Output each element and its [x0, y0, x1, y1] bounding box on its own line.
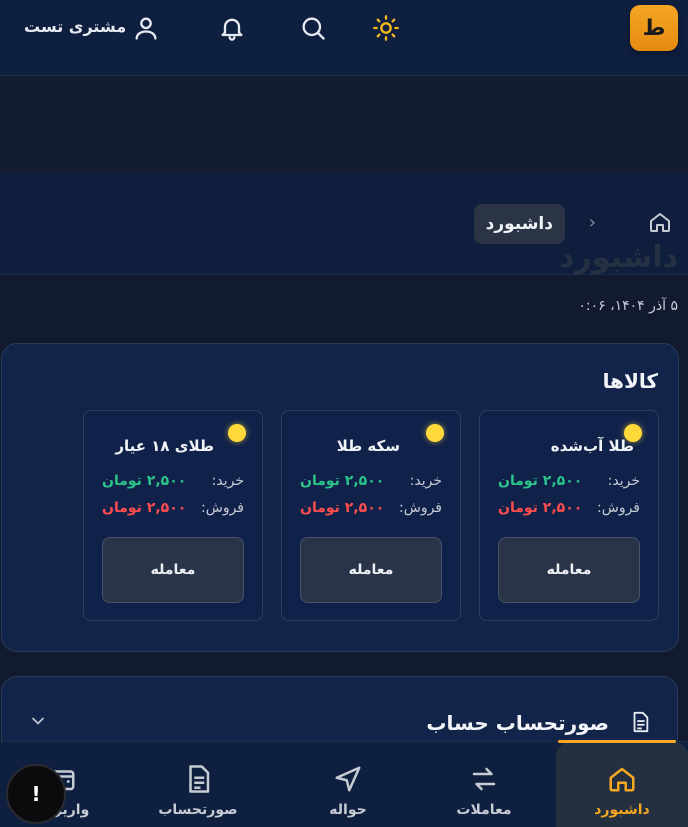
- nav-item-transfer[interactable]: حواله: [282, 742, 414, 827]
- search-icon[interactable]: [297, 12, 329, 44]
- document-icon: [629, 710, 651, 734]
- nav-label: حواله: [329, 802, 367, 818]
- goods-panel: کالاها طلا آب‌شده خرید: ۲,۵۰۰ تومان فروش:…: [1, 343, 679, 652]
- page-title: داشبورد: [559, 240, 678, 275]
- nav-item-dashboard[interactable]: داشبورد: [556, 742, 688, 827]
- trade-button[interactable]: معامله: [102, 537, 244, 603]
- goods-name: سکه طلا: [336, 437, 400, 455]
- breadcrumb-current: داشبورد: [473, 204, 565, 244]
- home-icon[interactable]: [648, 210, 672, 234]
- sell-price: ۲,۵۰۰ تومان: [498, 500, 583, 516]
- sell-label: فروش:: [399, 500, 442, 516]
- chevron-left-icon: ‹: [588, 212, 596, 233]
- user-name[interactable]: مشتری تست: [24, 17, 126, 36]
- buy-label: خرید:: [211, 473, 244, 489]
- send-icon: [333, 764, 363, 794]
- floating-action-button[interactable]: !: [6, 764, 66, 824]
- app-logo[interactable]: ط: [630, 5, 678, 51]
- goods-card: طلا آب‌شده خرید: ۲,۵۰۰ تومان فروش: ۲,۵۰۰ ت…: [479, 410, 659, 621]
- goods-card: طلای ۱۸ عیار خرید: ۲,۵۰۰ تومان فروش: ۲,۵۰۰…: [83, 410, 263, 621]
- active-indicator: [558, 740, 676, 743]
- swap-icon: [469, 764, 499, 794]
- nav-label: معاملات: [456, 802, 512, 818]
- goods-name: طلا آب‌شده: [550, 437, 634, 455]
- current-date: ۵ آذر ۱۴۰۴، ۰:۰۶: [578, 298, 678, 314]
- home-icon: [607, 764, 637, 794]
- nav-item-trades[interactable]: معاملات: [418, 742, 550, 827]
- logo-letter: ط: [642, 15, 666, 41]
- bell-icon[interactable]: [216, 12, 248, 44]
- status-dot: [228, 424, 246, 442]
- top-header: ط مشتری تست: [0, 0, 688, 76]
- trade-button[interactable]: معامله: [300, 537, 442, 603]
- trade-button[interactable]: معامله: [498, 537, 640, 603]
- statement-title: صورتحساب حساب: [426, 711, 609, 735]
- nav-item-statement[interactable]: صورتحساب: [132, 742, 264, 827]
- sun-icon[interactable]: [370, 12, 402, 44]
- document-icon: [183, 764, 213, 794]
- bottom-nav: داشبورد معاملات حواله صورتحساب واریز/بر: [0, 741, 688, 827]
- goods-name: طلای ۱۸ عیار: [115, 437, 214, 455]
- status-dot: [426, 424, 444, 442]
- buy-price: ۲,۵۰۰ تومان: [498, 473, 583, 489]
- buy-label: خرید:: [607, 473, 640, 489]
- goods-card: سکه طلا خرید: ۲,۵۰۰ تومان فروش: ۲,۵۰۰ توما…: [281, 410, 461, 621]
- nav-label: صورتحساب: [158, 802, 238, 818]
- buy-price: ۲,۵۰۰ تومان: [300, 473, 385, 489]
- buy-label: خرید:: [409, 473, 442, 489]
- sell-price: ۲,۵۰۰ تومان: [300, 500, 385, 516]
- sell-price: ۲,۵۰۰ تومان: [102, 500, 187, 516]
- buy-price: ۲,۵۰۰ تومان: [102, 473, 187, 489]
- user-icon[interactable]: [130, 12, 162, 44]
- chevron-down-icon[interactable]: [28, 711, 48, 731]
- sell-label: فروش:: [201, 500, 244, 516]
- goods-title: کالاها: [602, 369, 658, 393]
- sell-label: فروش:: [597, 500, 640, 516]
- fab-label: !: [31, 782, 41, 806]
- nav-label: داشبورد: [594, 802, 650, 818]
- spacer-band: [0, 77, 688, 173]
